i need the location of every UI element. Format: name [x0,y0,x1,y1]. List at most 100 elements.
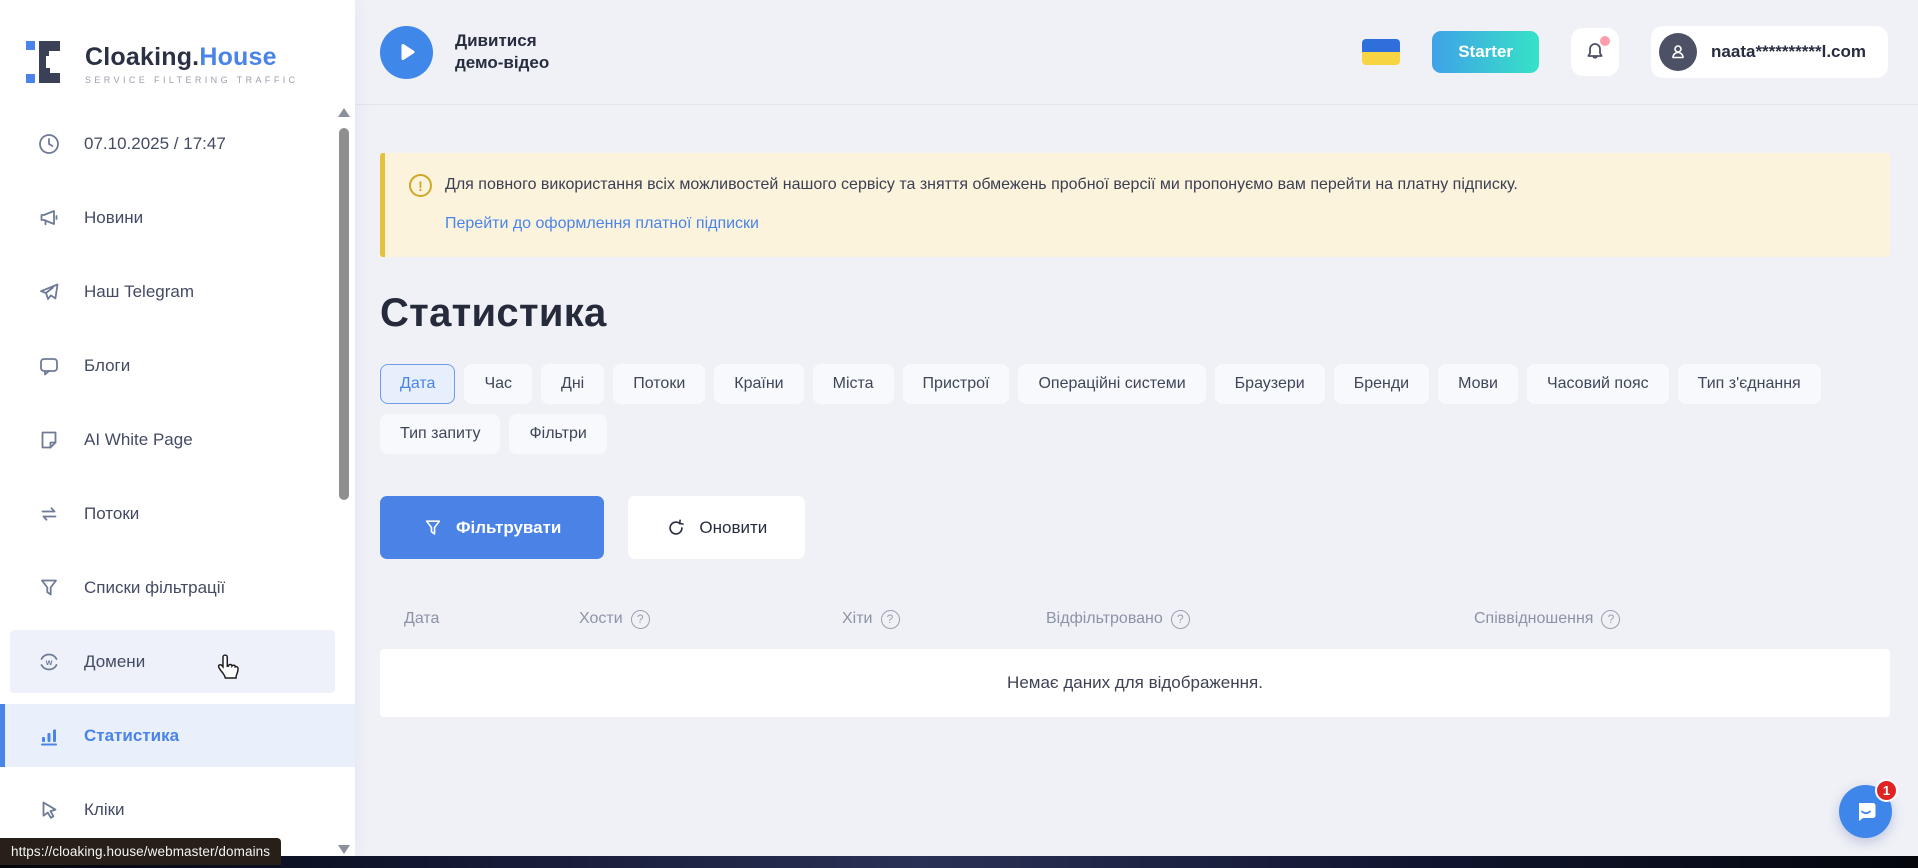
column-label: Дата [404,610,439,628]
avatar [1659,33,1697,71]
trial-warning-banner: ! Для повного використання всіх можливос… [380,153,1890,257]
action-buttons: Фільтрувати Оновити [380,496,1890,559]
chat-widget-button[interactable]: 1 [1839,785,1892,838]
sidebar-item-domains[interactable]: w Домени [10,630,335,693]
warning-icon: ! [409,174,432,197]
play-icon [397,42,417,62]
page-icon [38,429,60,451]
tab-time[interactable]: Час [464,364,532,404]
tab-days[interactable]: Дні [541,364,604,404]
tab-connection-type[interactable]: Тип з'єднання [1678,364,1821,404]
plan-starter-button[interactable]: Starter [1432,31,1539,73]
column-label: Хіти [842,610,873,628]
brand-name-accent: House [199,43,276,71]
filter-button[interactable]: Фільтрувати [380,496,604,559]
tab-brands[interactable]: Бренди [1334,364,1429,404]
tab-browsers[interactable]: Браузери [1215,364,1325,404]
page-title: Статистика [380,291,1890,336]
column-label: Співвідношення [1474,610,1593,628]
tab-devices[interactable]: Пристрої [903,364,1010,404]
sidebar-nav: 07.10.2025 / 17:47 Новини Наш Telegram Б… [0,112,355,841]
telegram-icon [38,281,60,303]
column-header-hosts: Хости ? [579,610,842,629]
help-icon[interactable]: ? [1171,610,1190,629]
flag-yellow-stripe [1362,52,1400,65]
help-icon[interactable]: ? [1601,610,1620,629]
notifications-button[interactable] [1571,28,1619,76]
sidebar-item-statistics[interactable]: Статистика [0,704,355,767]
main-area: Дивитися демо-відео Starter naata*******… [355,0,1918,856]
sidebar-item-filter-lists[interactable]: Списки фільтрації [0,556,355,619]
refresh-icon [666,518,686,538]
content: ! Для повного використання всіх можливос… [355,153,1918,717]
bar-chart-icon [38,725,60,747]
column-header-ratio: Співвідношення ? [1474,610,1620,629]
funnel-icon [38,577,60,599]
language-flag-ukraine[interactable] [1362,39,1400,65]
column-label: Хости [579,610,623,628]
sidebar-item-label: Наш Telegram [84,282,194,302]
tab-request-type[interactable]: Тип запиту [380,414,500,454]
brand-logo-icon [25,40,71,89]
scrollbar-thumb[interactable] [339,128,349,500]
sidebar-item-datetime: 07.10.2025 / 17:47 [0,112,355,175]
sidebar-item-label: Домени [84,652,145,672]
subscription-link[interactable]: Перейти до оформлення платної підписки [445,215,759,233]
tab-timezone[interactable]: Часовий пояс [1527,364,1669,404]
banner-text: Для повного використання всіх можливосте… [445,173,1518,197]
brand-tagline: SERVICE FILTERING TRAFFIC [85,75,299,85]
user-account-button[interactable]: naata**********l.com [1651,26,1888,78]
column-header-date: Дата [404,610,579,628]
tab-operating-systems[interactable]: Операційні системи [1018,364,1205,404]
tab-streams[interactable]: Потоки [613,364,705,404]
brand-logo-text: Cloaking.House SERVICE FILTERING TRAFFIC [85,43,299,85]
chat-smile-icon [1852,798,1880,826]
clock-icon [38,133,60,155]
demo-video-play-button[interactable] [380,26,433,79]
scroll-up-arrow-icon[interactable] [338,108,350,117]
cursor-icon [38,799,60,821]
svg-text:w: w [45,657,53,667]
sidebar-item-label: Потоки [84,504,139,524]
sidebar-item-ai-white-page[interactable]: AI White Page [0,408,355,471]
sidebar-item-blogs[interactable]: Блоги [0,334,355,397]
sidebar-item-label: 07.10.2025 / 17:47 [84,134,226,154]
help-icon[interactable]: ? [631,610,650,629]
funnel-icon [423,518,443,538]
column-header-hits: Хіти ? [842,610,1046,629]
mouse-cursor-hand [215,652,242,684]
brand-logo[interactable]: Cloaking.House SERVICE FILTERING TRAFFIC [0,0,355,100]
sidebar-item-news[interactable]: Новини [0,186,355,249]
sidebar-item-label: AI White Page [84,430,193,450]
notification-dot [1600,36,1610,46]
tab-filters[interactable]: Фільтри [509,414,606,454]
sidebar-scrollbar[interactable] [336,108,352,856]
sidebar-item-label: Списки фільтрації [84,578,225,598]
person-icon [1668,42,1688,62]
header-controls: Starter naata**********l.com [1362,26,1888,78]
help-icon[interactable]: ? [881,610,900,629]
sidebar: Cloaking.House SERVICE FILTERING TRAFFIC… [0,0,355,856]
sidebar-item-telegram[interactable]: Наш Telegram [0,260,355,323]
column-label: Відфільтровано [1046,610,1163,628]
tab-languages[interactable]: Мови [1438,364,1518,404]
flag-blue-stripe [1362,39,1400,52]
tab-date[interactable]: Дата [380,364,455,404]
table-empty-state: Немає даних для відображення. [380,649,1890,717]
sidebar-item-clicks[interactable]: Кліки [0,778,355,841]
demo-video-label[interactable]: Дивитися демо-відео [455,30,580,74]
user-email: naata**********l.com [1711,42,1866,62]
refresh-button[interactable]: Оновити [628,496,805,559]
top-header: Дивитися демо-відео Starter naata*******… [355,0,1918,105]
sidebar-item-label: Статистика [84,726,179,746]
link-preview-tooltip: https://cloaking.house/webmaster/domains [0,838,281,865]
tab-countries[interactable]: Країни [714,364,803,404]
stats-filter-tabs: Дата Час Дні Потоки Країни Міста Пристро… [380,364,1860,454]
sidebar-item-streams[interactable]: Потоки [0,482,355,545]
webmaster-icon: w [38,651,60,673]
scroll-down-arrow-icon[interactable] [338,845,350,854]
chat-unread-badge: 1 [1875,779,1898,802]
tab-cities[interactable]: Міста [813,364,894,404]
megaphone-icon [38,207,60,229]
stats-table-header: Дата Хости ? Хіти ? Відфільтровано ? Спі… [380,599,1890,639]
